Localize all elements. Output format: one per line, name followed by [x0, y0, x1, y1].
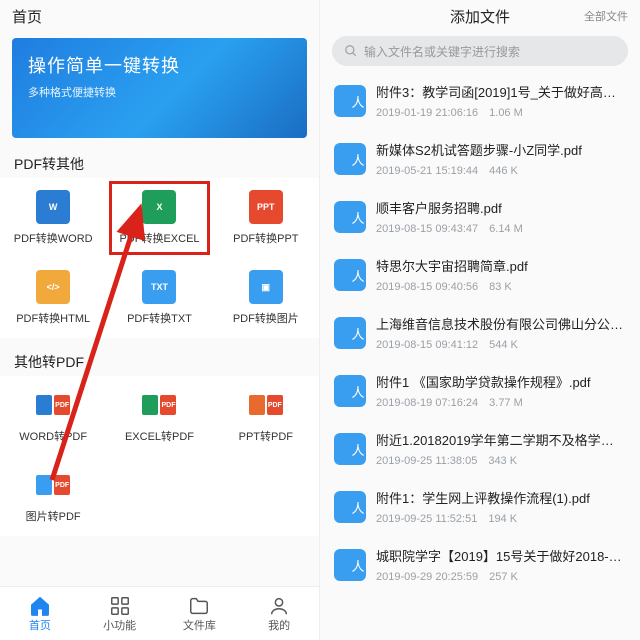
search-placeholder: 输入文件名或关键字进行搜索 — [364, 43, 520, 60]
file-name: 新媒体S2机试答题步骤-小Z同学.pdf — [376, 140, 626, 159]
tile-EXCEL转PDF[interactable]: PDF EXCEL转PDF — [106, 376, 212, 456]
file-item[interactable]: 人城职院学字【2019】15号关于做好2018-2019… 2019-09-29 … — [320, 536, 640, 594]
tile-PDF转换WORD[interactable]: W PDF转换WORD — [0, 178, 106, 258]
file-name: 顺丰客户服务招聘.pdf — [376, 198, 626, 217]
file-meta: 2019-08-19 07:16:24 3.77 M — [376, 394, 626, 410]
pdf-icon: 人 — [334, 433, 366, 465]
nav-user[interactable]: 我的 — [239, 587, 319, 640]
nav-label: 首页 — [29, 617, 51, 633]
tile-label: EXCEL转PDF — [125, 428, 194, 444]
home-icon — [29, 595, 51, 617]
tile-label: WORD转PDF — [19, 428, 87, 444]
file-item[interactable]: 人附件3：教学司函[2019]1号_关于做好高等学… 2019-01-19 21:… — [320, 72, 640, 130]
tile-label: PDF转换TXT — [127, 310, 192, 326]
format-icon: TXT — [142, 270, 176, 304]
nav-grid[interactable]: 小功能 — [80, 587, 160, 640]
user-icon — [268, 595, 290, 617]
tile-PDF转换TXT[interactable]: TXT PDF转换TXT — [106, 258, 212, 338]
left-pane: 首页 操作简单一键转换 多种格式便捷转换 PDF转其他 WPDF转换WORDXP… — [0, 0, 320, 640]
nav-label: 我的 — [268, 617, 290, 633]
page-title: 首页 — [12, 6, 42, 27]
nav-folder[interactable]: 文件库 — [160, 587, 240, 640]
format-pair-icon: PDF — [36, 388, 70, 422]
file-name: 附件3：教学司函[2019]1号_关于做好高等学… — [376, 82, 626, 101]
tile-PDF转换EXCEL[interactable]: X PDF转换EXCEL — [106, 178, 212, 258]
file-item[interactable]: 人上海维音信息技术股份有限公司佛山分公司20… 2019-08-15 09:41:… — [320, 304, 640, 362]
tile-label: PPT转PDF — [239, 428, 293, 444]
folder-icon — [188, 595, 210, 617]
hero-title: 操作简单一键转换 — [28, 52, 291, 78]
file-name: 附近1.20182019学年第二学期不及格学生名… — [376, 430, 626, 449]
file-list: 人附件3：教学司函[2019]1号_关于做好高等学…2019-01-19 21:… — [320, 72, 640, 640]
file-meta: 2019-01-19 21:06:16 1.06 M — [376, 104, 626, 120]
right-pane: 添加文件 全部文件 输入文件名或关键字进行搜索 人附件3：教学司函[2019]1… — [320, 0, 640, 640]
nav-label: 文件库 — [183, 617, 216, 633]
hero-sub: 多种格式便捷转换 — [28, 84, 291, 100]
tile-WORD转PDF[interactable]: PDF WORD转PDF — [0, 376, 106, 456]
tile-PPT转PDF[interactable]: PDF PPT转PDF — [213, 376, 319, 456]
file-name: 特思尔大宇宙招聘简章.pdf — [376, 256, 626, 275]
file-meta: 2019-09-25 11:38:05 343 K — [376, 452, 626, 468]
format-icon: </> — [36, 270, 70, 304]
file-meta: 2019-08-15 09:41:12 544 K — [376, 336, 626, 352]
format-pair-icon: PDF — [36, 468, 70, 502]
pdf-icon: 人 — [334, 317, 366, 349]
section-pdf-to-other: PDF转其他 — [0, 148, 319, 178]
file-item[interactable]: 人顺丰客户服务招聘.pdf 2019-08-15 09:43:47 6.14 M — [320, 188, 640, 246]
tile-label: PDF转换WORD — [14, 230, 93, 246]
pdf-icon: 人 — [334, 549, 366, 581]
file-meta: 2019-05-21 15:19:44 446 K — [376, 162, 626, 178]
tile-label: 图片转PDF — [26, 508, 81, 524]
file-meta: 2019-09-29 20:25:59 257 K — [376, 568, 626, 584]
tile-label: PDF转换EXCEL — [119, 230, 199, 246]
file-name: 上海维音信息技术股份有限公司佛山分公司20… — [376, 314, 626, 333]
file-name: 城职院学字【2019】15号关于做好2018-2019… — [376, 546, 626, 565]
pdf-icon: 人 — [334, 375, 366, 407]
search-icon — [344, 44, 358, 58]
file-item[interactable]: 人新媒体S2机试答题步骤-小Z同学.pdf 2019-05-21 15:19:44… — [320, 130, 640, 188]
tile-PDF转换图片[interactable]: ▣ PDF转换图片 — [213, 258, 319, 338]
format-icon: W — [36, 190, 70, 224]
tile-label: PDF转换HTML — [16, 310, 90, 326]
format-icon: X — [142, 190, 176, 224]
format-pair-icon: PDF — [249, 388, 283, 422]
pdf-icon: 人 — [334, 491, 366, 523]
tiles-pdf-to-other: W PDF转换WORD X PDF转换EXCEL PPT PDF转换PPT </> PDF转换… — [0, 178, 319, 338]
all-files-link[interactable]: 全部文件 — [584, 8, 628, 24]
tile-label: PDF转换PPT — [233, 230, 298, 246]
grid-icon — [109, 595, 131, 617]
file-item[interactable]: 人附近1.20182019学年第二学期不及格学生名… 2019-09-25 11:… — [320, 420, 640, 478]
file-item[interactable]: 人特思尔大宇宙招聘简章.pdf 2019-08-15 09:40:56 83 K — [320, 246, 640, 304]
tile-PDF转换HTML[interactable]: </> PDF转换HTML — [0, 258, 106, 338]
file-name: 附件1 《国家助学贷款操作规程》.pdf — [376, 372, 626, 391]
file-item[interactable]: 人附件1 《国家助学贷款操作规程》.pdf 2019-08-19 07:16:24… — [320, 362, 640, 420]
file-item[interactable]: 人附件1：学生网上评教操作流程(1).pdf 2019-09-25 11:52:5… — [320, 478, 640, 536]
file-meta: 2019-09-25 11:52:51 194 K — [376, 510, 626, 526]
file-name: 附件1：学生网上评教操作流程(1).pdf — [376, 488, 626, 507]
file-meta: 2019-08-15 09:43:47 6.14 M — [376, 220, 626, 236]
tiles-other-to-pdf: PDF WORD转PDF PDF EXCEL转PDF PDF PPT转PDF PDF 图片转P… — [0, 376, 319, 536]
nav-home[interactable]: 首页 — [0, 587, 80, 640]
hero-banner[interactable]: 操作简单一键转换 多种格式便捷转换 — [12, 38, 307, 138]
pdf-icon: 人 — [334, 201, 366, 233]
bottom-nav: 首页 小功能 文件库 我的 — [0, 586, 319, 640]
tile-图片转PDF[interactable]: PDF 图片转PDF — [0, 456, 106, 536]
section-other-to-pdf: 其他转PDF — [0, 346, 319, 376]
tile-PDF转换PPT[interactable]: PPT PDF转换PPT — [213, 178, 319, 258]
search-input[interactable]: 输入文件名或关键字进行搜索 — [332, 36, 628, 66]
tile-label: PDF转换图片 — [233, 310, 299, 326]
nav-label: 小功能 — [103, 617, 136, 633]
format-icon: PPT — [249, 190, 283, 224]
format-pair-icon: PDF — [142, 388, 176, 422]
pdf-icon: 人 — [334, 143, 366, 175]
format-icon: ▣ — [249, 270, 283, 304]
pdf-icon: 人 — [334, 85, 366, 117]
pdf-icon: 人 — [334, 259, 366, 291]
right-title: 添加文件 — [450, 6, 510, 27]
file-meta: 2019-08-15 09:40:56 83 K — [376, 278, 626, 294]
